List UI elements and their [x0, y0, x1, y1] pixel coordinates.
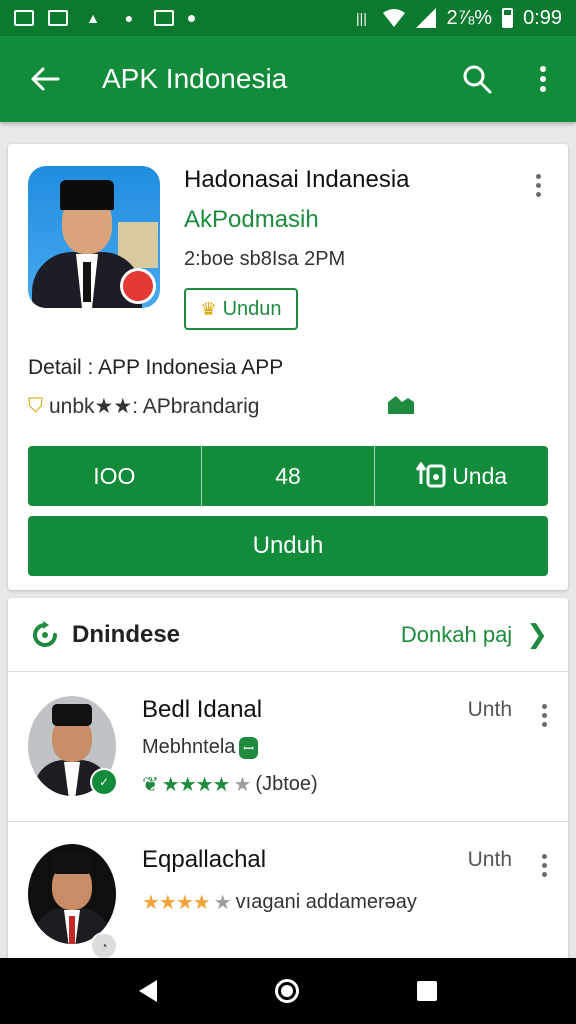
download-notification-icon: [154, 10, 174, 26]
section-header: Dnindese Donkah paj ❯: [8, 598, 568, 672]
related-section-card: Dnindese Donkah paj ❯ ✓ Bedl Idanal Mebh…: [8, 598, 568, 978]
item-rating: ❦ ★★★★ ★ (Jbtoe): [142, 772, 318, 797]
nav-back-icon[interactable]: [139, 980, 157, 1002]
leaf-icon: ❦: [142, 774, 159, 796]
download-button[interactable]: Unduh: [28, 516, 548, 576]
search-icon: [463, 65, 492, 94]
tie-graphic: [83, 262, 91, 302]
wifi-icon: [383, 9, 406, 27]
app-bar: APK Indonesia: [0, 36, 576, 122]
tag-icon: ꟷ: [239, 736, 258, 759]
item-subtitle-text: Mebhntela: [142, 736, 236, 758]
vibrate-icon: |||: [356, 10, 367, 26]
app-title: Hadonasai Indanesia: [184, 166, 410, 193]
item-name: Eqpallachal: [142, 846, 267, 873]
item-more-button[interactable]: [534, 854, 554, 877]
chevron-right-icon[interactable]: ❯: [526, 619, 548, 650]
item-rating: ★★★★ ★ vıagani addamerəay: [142, 890, 417, 915]
back-button[interactable]: [0, 36, 90, 122]
app-icon[interactable]: [28, 166, 160, 308]
list-item[interactable]: ✓ Bedl Idanal Mebhntela ꟷ ❦ ★★★★ ★ (Jbto…: [8, 672, 568, 822]
warning-icon: ▲: [86, 10, 100, 26]
list-item[interactable]: ◔ Eqpallachal ★★★★ ★ vıagani addamerəay …: [8, 822, 568, 972]
cell-signal-icon: [416, 8, 437, 28]
more-vert-icon: [540, 66, 546, 92]
app-card-more-button[interactable]: [528, 174, 548, 197]
item-time: Unth: [467, 698, 512, 721]
battery-icon: [502, 8, 514, 28]
rating-line: ⛉ unbk★★: APbrandarig: [28, 394, 259, 419]
overflow-menu-button[interactable]: [510, 36, 576, 122]
avatar: [28, 844, 116, 944]
app-developer-link[interactable]: AkPodmasih: [184, 206, 319, 234]
section-more-link[interactable]: Donkah paj: [401, 622, 512, 648]
item-name: Bedl Idanal: [142, 696, 263, 723]
image-notification-icon: [48, 10, 68, 26]
status-badge-icon: ◔: [90, 932, 118, 960]
back-arrow-icon: [31, 67, 60, 91]
cap-graphic: [60, 180, 114, 210]
download-box-icon: [416, 462, 446, 488]
nav-recents-icon[interactable]: [417, 981, 437, 1001]
rating-stars: ★★★★: [161, 774, 231, 796]
refresh-icon: [33, 620, 57, 647]
notification-icon: [14, 10, 34, 26]
verified-badge-icon: ✓: [90, 768, 118, 796]
app-meta: 2:boe sb8Isa 2PM: [184, 248, 346, 270]
page-title: APK Indonesia: [102, 63, 288, 94]
rating-empty-star: ★: [213, 892, 232, 914]
item-description: vıagani addamerəay: [235, 891, 417, 913]
app-detail-card: Hadonasai Indanesia AkPodmasih 2:boe sb8…: [8, 144, 568, 590]
stats-bar: IOO 48 Unda: [28, 446, 548, 506]
item-subtitle: Mebhntela ꟷ: [142, 736, 258, 759]
app-notification-icon: ●: [124, 10, 134, 26]
emblem-badge-icon: [120, 268, 156, 304]
stat-download[interactable]: Unda: [375, 446, 548, 506]
download-crown-icon: ♛: [200, 298, 217, 319]
flag-icon: [388, 396, 414, 414]
stat-download-label: Unda: [452, 462, 508, 489]
stat-rating-value: 48: [275, 462, 301, 489]
rating-text: unbk★★: APbrandarig: [49, 395, 260, 418]
stat-installs[interactable]: IOO: [28, 446, 202, 506]
install-small-label: Undun: [222, 297, 282, 320]
search-button[interactable]: [444, 36, 510, 122]
shield-icon: ⛉: [28, 395, 43, 417]
detail-text: Detail : APP Indonesia APP: [28, 356, 284, 379]
item-more-button[interactable]: [534, 704, 554, 727]
more-notifications-icon: [188, 14, 195, 22]
rating-count: (Jbtoe): [255, 773, 318, 795]
stat-installs-value: IOO: [93, 462, 136, 489]
clock: 0:99: [523, 6, 562, 29]
install-small-button[interactable]: ♛ Undun: [184, 288, 298, 330]
nav-home-icon[interactable]: [275, 979, 299, 1003]
status-bar: ▲ ● ||| 2⅞% 0:99: [0, 0, 576, 36]
system-nav-bar: [0, 958, 576, 1024]
rating-empty-star: ★: [233, 774, 252, 796]
battery-percent: 2⅞%: [446, 6, 493, 29]
stat-rating[interactable]: 48: [202, 446, 376, 506]
rating-stars: ★★★★: [142, 892, 211, 914]
item-time: Unth: [467, 848, 512, 871]
section-title: Dnindese: [72, 620, 181, 648]
